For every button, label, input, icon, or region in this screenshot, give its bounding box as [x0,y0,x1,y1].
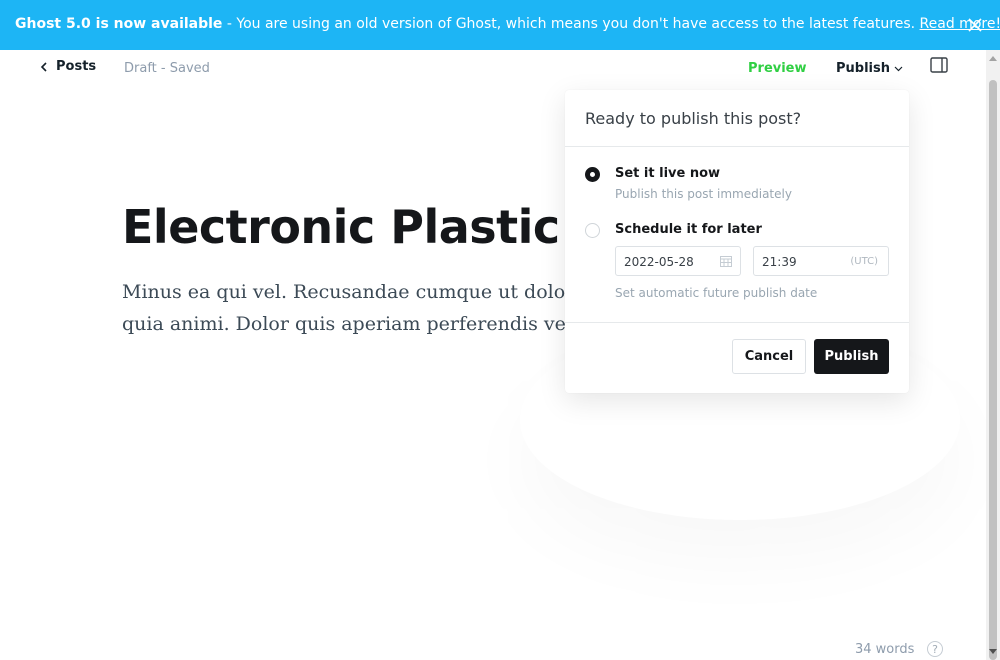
back-to-posts-link[interactable]: Posts [40,59,96,74]
option-schedule[interactable]: Schedule it for later [585,222,762,238]
banner-text: - You are using an old version of Ghost,… [222,16,920,32]
chevron-left-icon [40,61,47,72]
option-schedule-title: Schedule it for later [615,222,762,237]
calendar-icon [720,255,732,270]
cancel-button[interactable]: Cancel [732,339,806,374]
publish-button[interactable]: Publish [814,339,889,374]
scroll-up-arrow-icon[interactable] [989,56,997,61]
banner-message: Ghost 5.0 is now available - You are usi… [15,16,1000,32]
option-publish-now-title: Set it live now [615,166,721,181]
chevron-down-icon [894,66,903,71]
read-more-link[interactable]: Read more! [920,16,1000,32]
publish-menu-trigger[interactable]: Publish [836,61,903,76]
settings-panel-icon[interactable] [930,57,948,73]
radio-schedule[interactable] [585,223,600,238]
schedule-date-value: 2022-05-28 [624,255,694,269]
close-icon[interactable] [965,15,985,35]
schedule-time-value: 21:39 [762,255,797,269]
post-status: Draft - Saved [124,61,210,76]
schedule-time-input[interactable]: 21:39 (UTC) [753,246,889,276]
schedule-hint: Set automatic future publish date [615,286,818,300]
word-count: 34 words [855,642,915,657]
option-publish-now-description: Publish this post immediately [615,187,792,201]
option-publish-now[interactable]: Set it live now Publish this post immedi… [585,166,792,201]
publish-dropdown-heading: Ready to publish this post? [565,90,909,147]
scrollbar-thumb[interactable] [989,80,997,660]
dropdown-footer-divider [565,322,909,323]
page-scrollbar[interactable] [986,50,1000,660]
back-label: Posts [56,59,97,74]
timezone-label: (UTC) [850,256,878,267]
publish-trigger-label: Publish [836,61,890,76]
radio-publish-now[interactable] [585,167,600,182]
help-icon[interactable]: ? [927,641,943,657]
scroll-down-arrow-icon[interactable] [989,649,997,654]
banner-headline: Ghost 5.0 is now available [15,16,223,32]
preview-button[interactable]: Preview [748,61,807,76]
update-banner: Ghost 5.0 is now available - You are usi… [0,0,1000,50]
publish-dropdown: Ready to publish this post? Set it live … [565,90,909,393]
post-title[interactable]: Electronic Plastic Sa [122,200,639,254]
schedule-date-input[interactable]: 2022-05-28 [615,246,741,276]
